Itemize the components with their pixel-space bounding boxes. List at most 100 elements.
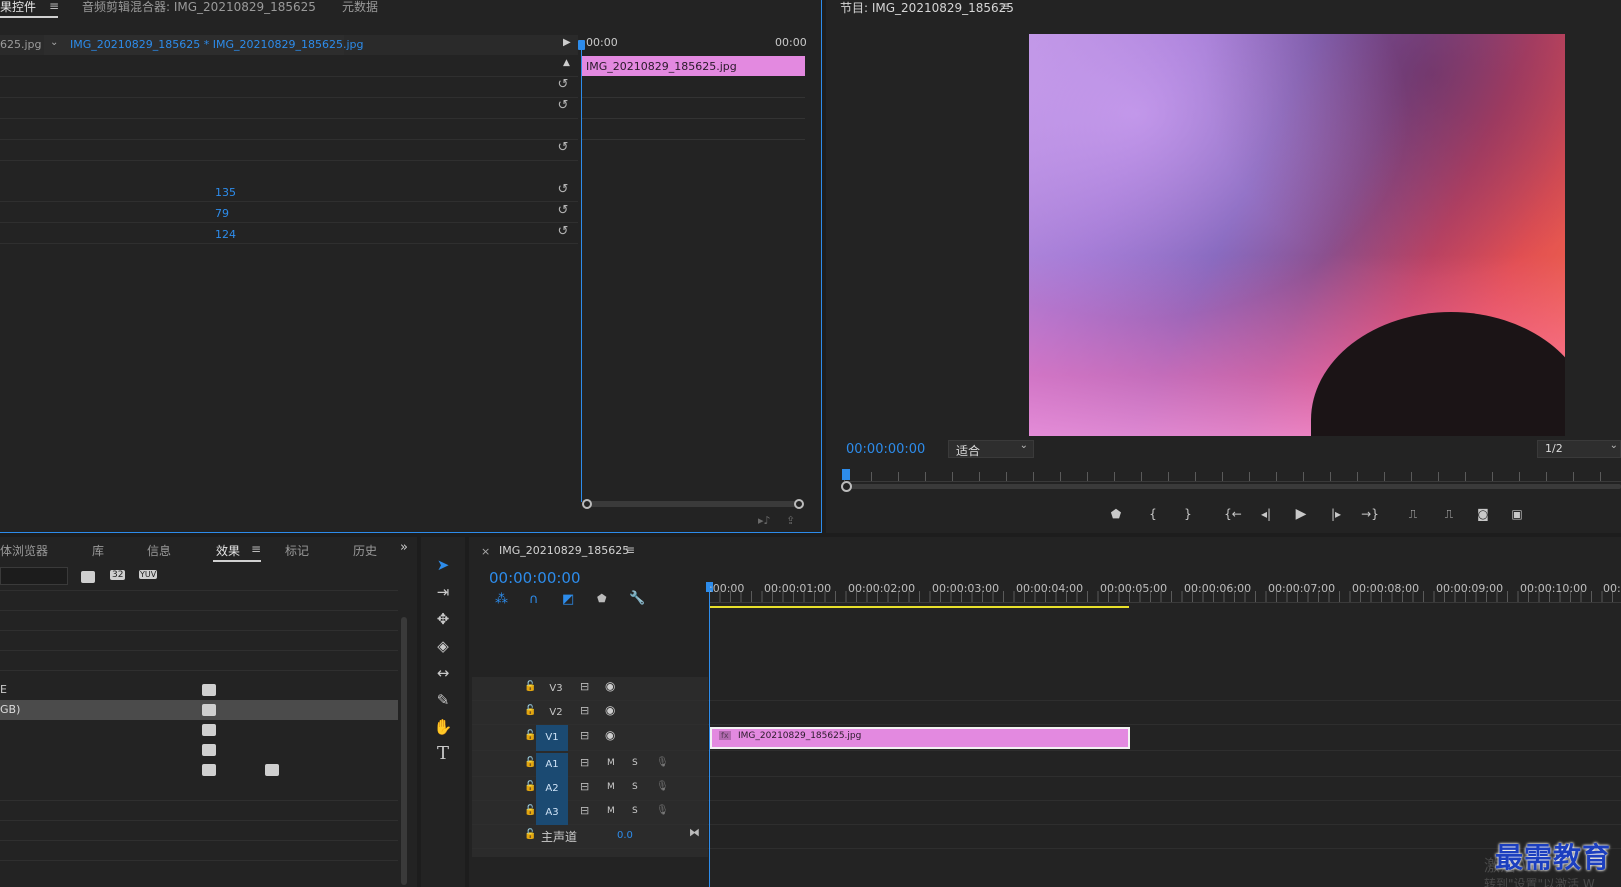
program-video-frame[interactable] (1029, 34, 1565, 436)
master-track-row: 🔓 主声道 0.0 ⧓ (472, 825, 1621, 849)
add-marker-icon[interactable]: ⬟ (597, 592, 607, 605)
hand-tool-icon[interactable]: ✋ (432, 716, 454, 738)
mute-button[interactable]: M (607, 806, 615, 816)
accelerated-effects-icon (202, 704, 216, 716)
go-to-out-icon[interactable]: →} (1361, 505, 1379, 523)
razor-tool-icon[interactable]: ◈ (432, 635, 454, 657)
track-target-a2[interactable]: A2 (536, 777, 568, 801)
sync-lock-icon[interactable]: ⊟ (580, 704, 589, 717)
sync-lock-icon[interactable]: ⊟ (580, 756, 589, 769)
overflow-chevron-icon[interactable]: » (400, 540, 408, 555)
wrench-icon[interactable]: 🔧 (629, 591, 645, 606)
list-item[interactable] (0, 740, 398, 760)
microphone-icon[interactable]: 🎙 (656, 781, 669, 792)
slip-tool-icon[interactable]: ↔ (432, 662, 454, 684)
list-item[interactable] (0, 760, 398, 780)
lock-icon[interactable]: 🔓 (524, 781, 536, 792)
eye-icon[interactable]: ◉ (605, 679, 615, 693)
lock-icon[interactable]: 🔓 (524, 757, 536, 768)
program-timecode[interactable]: 00:00:00:00 (846, 442, 925, 457)
go-to-in-icon[interactable]: {← (1224, 505, 1242, 523)
effects-search-input[interactable] (0, 567, 68, 585)
snap-magnet-icon[interactable]: ∩ (529, 592, 539, 607)
tab-effects[interactable]: 效果 (216, 542, 240, 559)
accelerated-effects-icon[interactable] (81, 571, 95, 583)
mark-in-icon[interactable]: { (1144, 505, 1162, 523)
sequence-timecode[interactable]: 00:00:00:00 (489, 569, 581, 587)
list-item-selected[interactable]: GB) (0, 700, 398, 720)
master-expand-icon[interactable]: ⧓ (689, 826, 700, 839)
program-time-ruler[interactable] (844, 472, 1621, 482)
list-item[interactable] (0, 720, 398, 740)
sequence-tab[interactable]: IMG_20210829_185625 (499, 544, 629, 557)
sync-lock-icon[interactable]: ⊟ (580, 804, 589, 817)
step-forward-icon[interactable]: |▸ (1327, 505, 1345, 523)
program-zoom-bar[interactable] (844, 484, 1621, 489)
master-volume-value[interactable]: 0.0 (617, 830, 633, 841)
step-back-icon[interactable]: ◂| (1257, 505, 1275, 523)
linked-selection-icon[interactable]: ◩ (562, 592, 574, 607)
tab-media-browser[interactable]: 体浏览器 (0, 542, 48, 559)
zoom-handle[interactable] (841, 481, 852, 492)
row-divider (0, 820, 398, 821)
row-divider (0, 670, 398, 671)
mute-button[interactable]: M (607, 758, 615, 768)
track-target-v1[interactable]: V1 (536, 725, 568, 751)
tab-markers[interactable]: 标记 (285, 542, 309, 559)
row-divider (0, 630, 398, 631)
track-target-v2[interactable]: V2 (543, 703, 569, 723)
track-target-a1[interactable]: A1 (536, 753, 568, 777)
lock-icon[interactable]: 🔓 (524, 829, 536, 840)
32bit-effects-icon[interactable]: 32 (110, 570, 126, 580)
yuv-effects-icon[interactable]: YUV (139, 570, 158, 579)
add-marker-icon[interactable]: ⬟ (1107, 505, 1125, 523)
list-item-label: GB) (0, 703, 21, 716)
lock-icon[interactable]: 🔓 (524, 681, 536, 692)
sync-lock-icon[interactable]: ⊟ (580, 780, 589, 793)
fit-select[interactable]: 适合 ⌄ (948, 440, 1034, 458)
lock-icon[interactable]: 🔓 (524, 805, 536, 816)
close-sequence-icon[interactable]: × (481, 545, 490, 558)
work-area-bar[interactable] (709, 606, 1129, 608)
hamburger-icon[interactable]: ≡ (251, 542, 261, 556)
tab-libraries[interactable]: 库 (92, 542, 104, 559)
sync-lock-icon[interactable]: ⊟ (580, 729, 589, 742)
nest-icon[interactable]: ⁂ (495, 592, 508, 607)
solo-button[interactable]: S (632, 782, 638, 792)
audio-track-row: 🔓 A3 ⊟ M S 🎙 (472, 801, 1621, 825)
timeline-clip-v1[interactable]: fx IMG_20210829_185625.jpg (710, 727, 1130, 749)
extract-icon[interactable]: ⎍ (1440, 505, 1458, 523)
play-icon[interactable]: ▶ (1292, 505, 1310, 523)
eye-icon[interactable]: ◉ (605, 703, 615, 717)
program-monitor-title[interactable]: 节目: IMG_20210829_185625 (840, 0, 1014, 16)
selection-tool-icon[interactable]: ➤ (432, 554, 454, 576)
eye-icon[interactable]: ◉ (605, 728, 615, 742)
track-target-a3[interactable]: A3 (536, 801, 568, 825)
program-playhead-handle[interactable] (842, 469, 850, 480)
pen-tool-icon[interactable]: ✎ (432, 689, 454, 711)
lock-icon[interactable]: 🔓 (524, 705, 536, 716)
ripple-edit-tool-icon[interactable]: ✥ (432, 608, 454, 630)
sync-lock-icon[interactable]: ⊟ (580, 680, 589, 693)
solo-button[interactable]: S (632, 758, 638, 768)
comparison-view-icon[interactable]: ▣ (1508, 505, 1526, 523)
resolution-select[interactable]: 1/2 ⌄ (1537, 440, 1621, 458)
hamburger-icon[interactable]: ≡ (625, 543, 635, 557)
audio-track-row: 🔓 A2 ⊟ M S 🎙 (472, 777, 1621, 801)
type-tool-icon[interactable]: T (432, 743, 454, 765)
hamburger-icon[interactable]: ≡ (1000, 0, 1010, 13)
list-item[interactable]: E (0, 680, 398, 700)
lift-icon[interactable]: ⎍ (1404, 505, 1422, 523)
track-target-v3[interactable]: V3 (543, 679, 569, 699)
track-select-tool-icon[interactable]: ⇥ (432, 581, 454, 603)
effects-scrollbar[interactable] (401, 617, 407, 885)
mark-out-icon[interactable]: } (1179, 505, 1197, 523)
tab-history[interactable]: 历史 (353, 542, 383, 559)
solo-button[interactable]: S (632, 806, 638, 816)
tab-info[interactable]: 信息 (147, 542, 171, 559)
mute-button[interactable]: M (607, 782, 615, 792)
lock-icon[interactable]: 🔓 (524, 730, 536, 741)
microphone-icon[interactable]: 🎙 (656, 757, 669, 768)
microphone-icon[interactable]: 🎙 (656, 805, 669, 816)
camera-icon[interactable]: ◙ (1474, 505, 1492, 523)
